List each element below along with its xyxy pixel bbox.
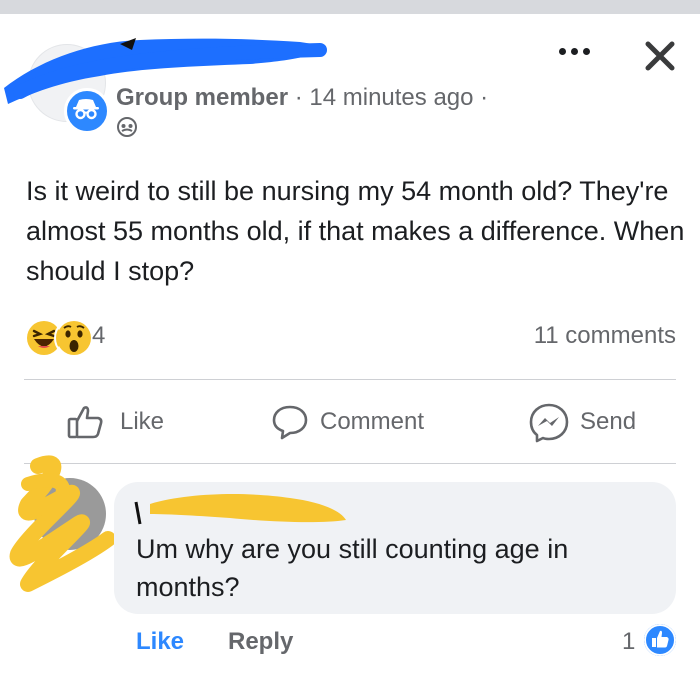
comment-button[interactable]: Comment	[270, 400, 440, 444]
wow-reaction-icon	[54, 318, 94, 358]
like-button[interactable]: Like	[66, 400, 176, 444]
like-label: Like	[120, 408, 165, 435]
meta-separator-trailing: ·	[480, 84, 489, 111]
comment-like-button[interactable]: Like	[136, 628, 184, 656]
redacted-commenter-avatar	[9, 455, 116, 592]
like-reaction-icon	[644, 624, 676, 656]
more-options-button[interactable]	[555, 38, 595, 64]
dot-icon	[571, 48, 578, 55]
dot-icon	[559, 48, 566, 55]
comment-like-count[interactable]: 1	[622, 628, 635, 656]
reaction-count[interactable]: 4	[92, 322, 105, 350]
post-timestamp[interactable]: 14 minutes ago	[309, 84, 473, 111]
author-role[interactable]: Group member	[116, 84, 288, 111]
divider	[24, 379, 676, 380]
comment-label: Comment	[320, 408, 425, 435]
send-button[interactable]: Send	[528, 400, 648, 444]
comments-count[interactable]: 11 comments	[534, 322, 676, 350]
messenger-icon	[529, 403, 569, 443]
post-text: Is it weird to still be nursing my 54 mo…	[26, 176, 685, 286]
comment-icon	[272, 405, 308, 440]
close-icon[interactable]	[640, 36, 680, 76]
comment-text: Um why are you still counting age in mon…	[136, 534, 569, 602]
redacted-commenter-name	[134, 494, 346, 525]
thumbs-up-icon	[67, 406, 103, 439]
divider	[24, 463, 676, 464]
post-meta: Group member · 14 minutes ago ·	[116, 84, 488, 112]
comment-reply-button[interactable]: Reply	[228, 628, 293, 656]
meta-separator: ·	[294, 84, 303, 111]
dot-icon	[583, 48, 590, 55]
private-group-icon	[117, 117, 137, 137]
send-label: Send	[580, 408, 637, 435]
reaction-icons[interactable]	[24, 318, 124, 358]
top-bar	[0, 0, 700, 14]
